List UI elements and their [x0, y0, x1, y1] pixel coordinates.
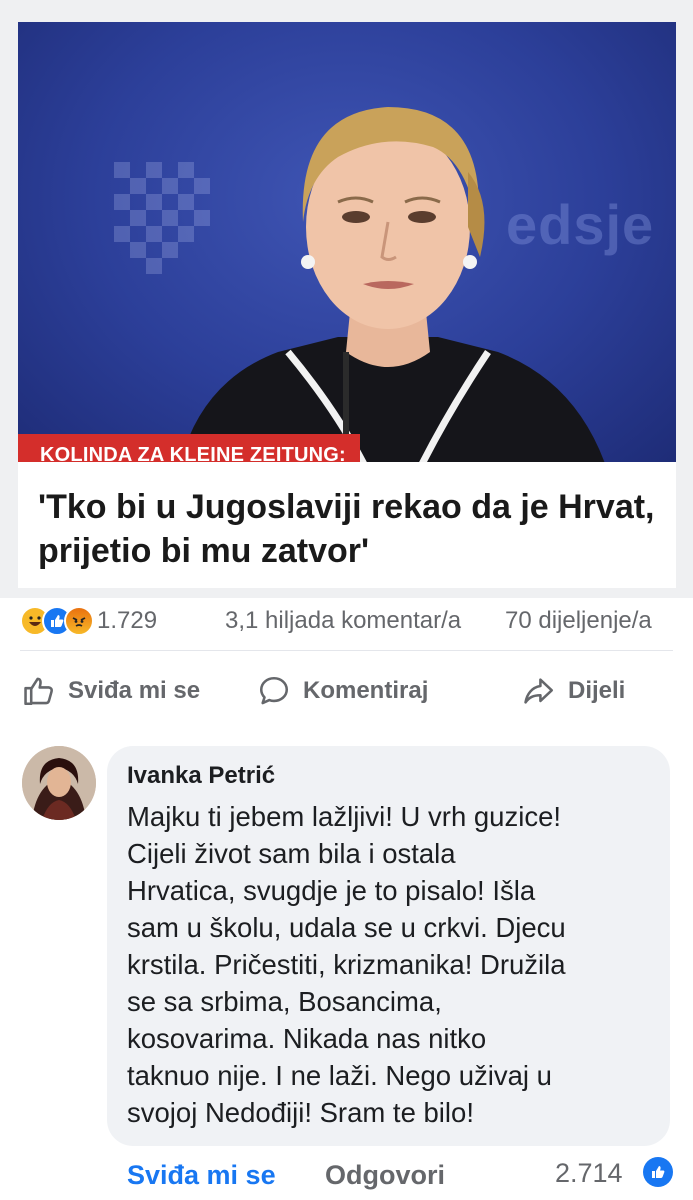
comment-like-count[interactable]: 2.714: [555, 1158, 623, 1189]
comment-button[interactable]: Komentiraj: [257, 664, 428, 718]
share-button[interactable]: Dijeli: [522, 664, 625, 718]
share-button-label: Dijeli: [568, 677, 626, 704]
like-button[interactable]: Sviđa mi se: [22, 664, 200, 718]
article-headline[interactable]: 'Tko bi u Jugoslaviji rekao da je Hrvat,…: [38, 485, 658, 573]
comment-author-name[interactable]: Ivanka Petrić: [127, 762, 650, 790]
comment-text: Majku ti jebem lažljivi! U vrh guzice! C…: [127, 801, 566, 1128]
comment-button-label: Komentiraj: [303, 677, 429, 704]
comments-count[interactable]: 3,1 hiljada komentar/a: [225, 607, 461, 635]
commenter-avatar[interactable]: [22, 746, 96, 820]
shared-article-card[interactable]: edsje KOLINDA ZA KLEINE ZEITUNG: 'Tko bi…: [18, 22, 676, 588]
post-stats-bar: 1.729 3,1 hiljada komentar/a 70 dijeljen…: [0, 598, 693, 650]
article-photo: edsje KOLINDA ZA KLEINE ZEITUNG:: [18, 22, 676, 462]
divider: [20, 650, 673, 651]
share-arrow-icon: [524, 678, 554, 704]
post-actions-bar: Sviđa mi se Komentiraj Dijeli: [0, 664, 693, 720]
angry-icon: [64, 606, 94, 636]
like-icon: [643, 1157, 673, 1187]
comment-actions-bar: Sviđa mi se Odgovori 2.714: [0, 1150, 693, 1200]
comment-bubble-icon: [259, 676, 289, 705]
comment-like-link[interactable]: Sviđa mi se: [127, 1160, 276, 1191]
article-label-banner: KOLINDA ZA KLEINE ZEITUNG:: [18, 434, 360, 462]
thumbs-up-icon: [24, 677, 53, 706]
comment-bubble: Ivanka Petrić Majku ti jebem lažljivi! U…: [107, 746, 670, 1146]
comment-reply-link[interactable]: Odgovori: [325, 1160, 445, 1191]
profile-photo: [22, 746, 96, 820]
shares-count[interactable]: 70 dijeljenje/a: [505, 607, 652, 635]
like-button-label: Sviđa mi se: [68, 677, 201, 704]
reaction-count[interactable]: 1.729: [97, 607, 157, 635]
speaker-portrait: [180, 107, 605, 462]
